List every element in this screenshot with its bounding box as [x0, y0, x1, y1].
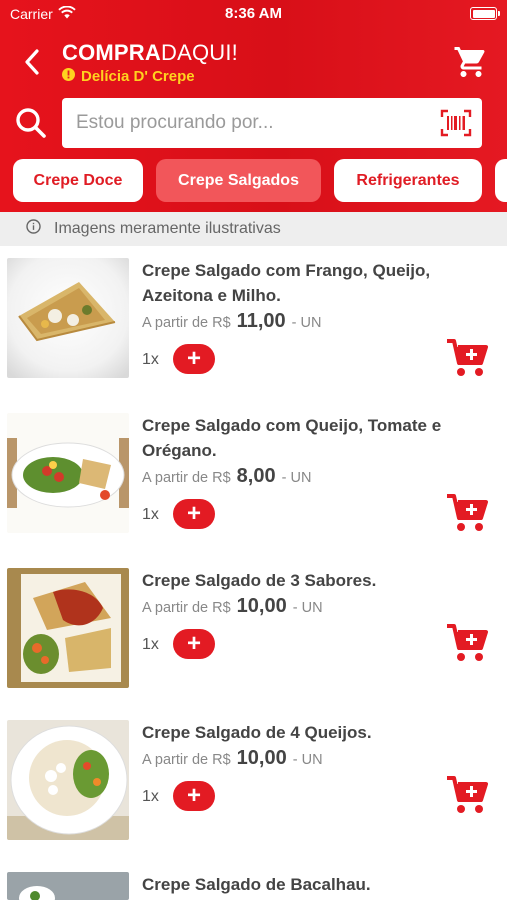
product-image — [7, 258, 129, 378]
category-tabs: Crepe Doce Crepe Salgados Refrigerantes — [13, 159, 507, 203]
product-item[interactable]: Crepe Salgado de 3 Sabores. A partir de … — [0, 556, 507, 711]
add-to-cart-button[interactable] — [445, 775, 489, 815]
quantity-label: 1x — [142, 788, 159, 805]
search-input[interactable] — [76, 98, 436, 148]
battery-icon — [470, 7, 500, 20]
product-item[interactable]: Crepe Salgado com Frango, Queijo, Azeito… — [0, 246, 507, 401]
product-price: A partir de R$ 11,00- UN — [142, 310, 322, 332]
add-to-cart-button[interactable] — [445, 338, 489, 378]
store-selector[interactable]: Delícia D' Crepe — [62, 68, 238, 85]
app-header: Carrier 8:36 AM COMPRADAQUI! Delícia D' … — [0, 0, 507, 212]
cart-button[interactable] — [453, 44, 489, 80]
product-item[interactable]: Crepe Salgado com Queijo, Tomate e Oréga… — [0, 401, 507, 556]
product-image — [7, 720, 129, 840]
product-name: Crepe Salgado com Queijo, Tomate e Oréga… — [142, 416, 442, 460]
info-circle-icon — [26, 219, 41, 239]
store-name: Delícia D' Crepe — [81, 68, 195, 85]
add-to-cart-button[interactable] — [445, 623, 489, 663]
search-icon — [16, 108, 46, 138]
info-icon — [62, 68, 75, 85]
back-button[interactable] — [18, 46, 46, 78]
chevron-left-icon — [25, 49, 39, 75]
product-name: Crepe Salgado de 4 Queijos. — [142, 723, 372, 742]
increment-button[interactable]: + — [173, 344, 215, 374]
barcode-scan-button[interactable] — [440, 109, 472, 137]
increment-button[interactable]: + — [173, 781, 215, 811]
shopping-cart-icon — [454, 47, 485, 77]
add-to-cart-icon — [447, 624, 488, 661]
add-to-cart-button[interactable] — [445, 493, 489, 533]
barcode-scan-icon — [440, 109, 472, 137]
product-price: A partir de R$ 10,00- UN — [142, 747, 323, 769]
product-price: A partir de R$ 10,00- UN — [142, 595, 323, 617]
product-name: Crepe Salgado de 3 Sabores. — [142, 571, 377, 590]
search-box — [62, 98, 482, 148]
add-to-cart-icon — [447, 339, 488, 376]
quantity-label: 1x — [142, 636, 159, 653]
product-image — [7, 568, 129, 688]
product-item[interactable]: Crepe Salgado de Bacalhau. — [0, 860, 507, 900]
tab-crepe-doce[interactable]: Crepe Doce — [13, 159, 143, 202]
product-item[interactable]: Crepe Salgado de 4 Queijos. A partir de … — [0, 708, 507, 863]
app-logo: COMPRADAQUI! — [62, 40, 238, 65]
add-to-cart-icon — [447, 776, 488, 813]
status-bar: Carrier 8:36 AM — [0, 0, 507, 28]
image-notice: Imagens meramente ilustrativas — [0, 212, 507, 246]
product-name: Crepe Salgado com Frango, Queijo, Azeito… — [142, 261, 431, 305]
notice-text: Imagens meramente ilustrativas — [54, 220, 281, 237]
product-name: Crepe Salgado de Bacalhau. — [142, 875, 371, 894]
product-image — [7, 872, 129, 900]
tab-partial[interactable] — [495, 159, 507, 202]
add-to-cart-icon — [447, 494, 488, 531]
increment-button[interactable]: + — [173, 499, 215, 529]
status-time: 8:36 AM — [225, 5, 282, 22]
quantity-label: 1x — [142, 506, 159, 523]
search-button[interactable] — [14, 106, 48, 140]
product-price: A partir de R$ 8,00- UN — [142, 465, 312, 487]
brand: COMPRADAQUI! Delícia D' Crepe — [62, 40, 238, 85]
quantity-label: 1x — [142, 351, 159, 368]
product-image — [7, 413, 129, 533]
increment-button[interactable]: + — [173, 629, 215, 659]
tab-refrigerantes[interactable]: Refrigerantes — [334, 159, 482, 202]
tab-crepe-salgados[interactable]: Crepe Salgados — [156, 159, 321, 202]
